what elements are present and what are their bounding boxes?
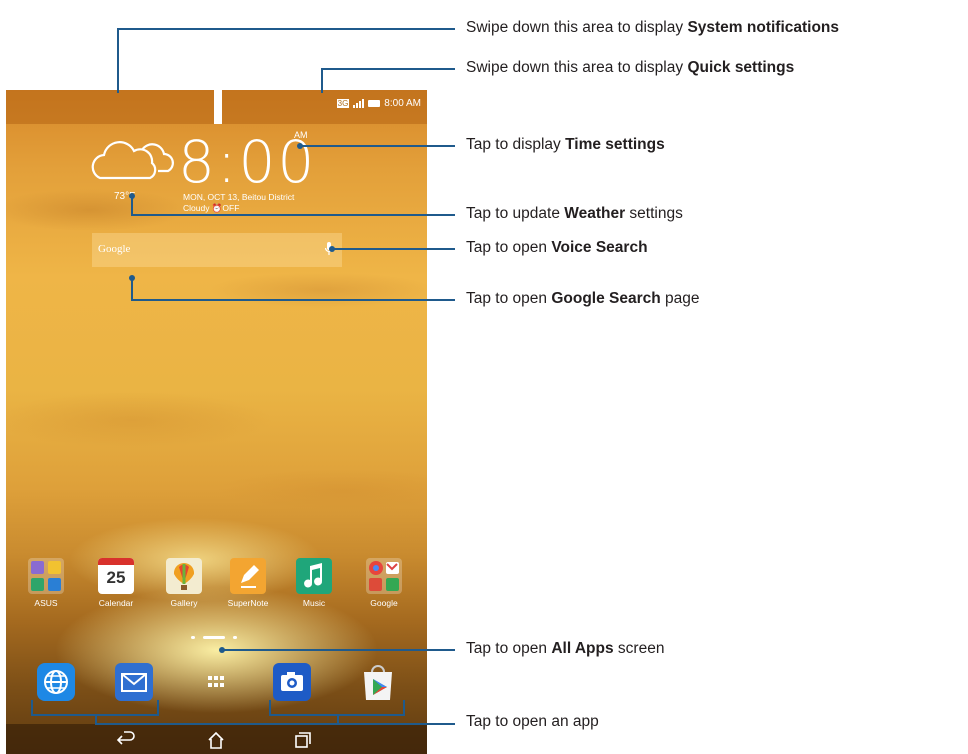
callout-voice-search: Tap to open Voice Search [466, 239, 648, 256]
callout-open-app: Tap to open an app [466, 713, 599, 730]
callout-system-notifications: Swipe down this area to display System n… [466, 19, 840, 36]
callout-quick-settings: Swipe down this area to display Quick se… [466, 59, 795, 76]
callout-time-settings: Tap to display Time settings [466, 136, 665, 153]
callout-weather: Tap to update Weather settings [466, 205, 683, 222]
callout-google-search: Tap to open Google Search page [466, 290, 700, 307]
callout-all-apps: Tap to open All Apps screen [466, 640, 665, 657]
